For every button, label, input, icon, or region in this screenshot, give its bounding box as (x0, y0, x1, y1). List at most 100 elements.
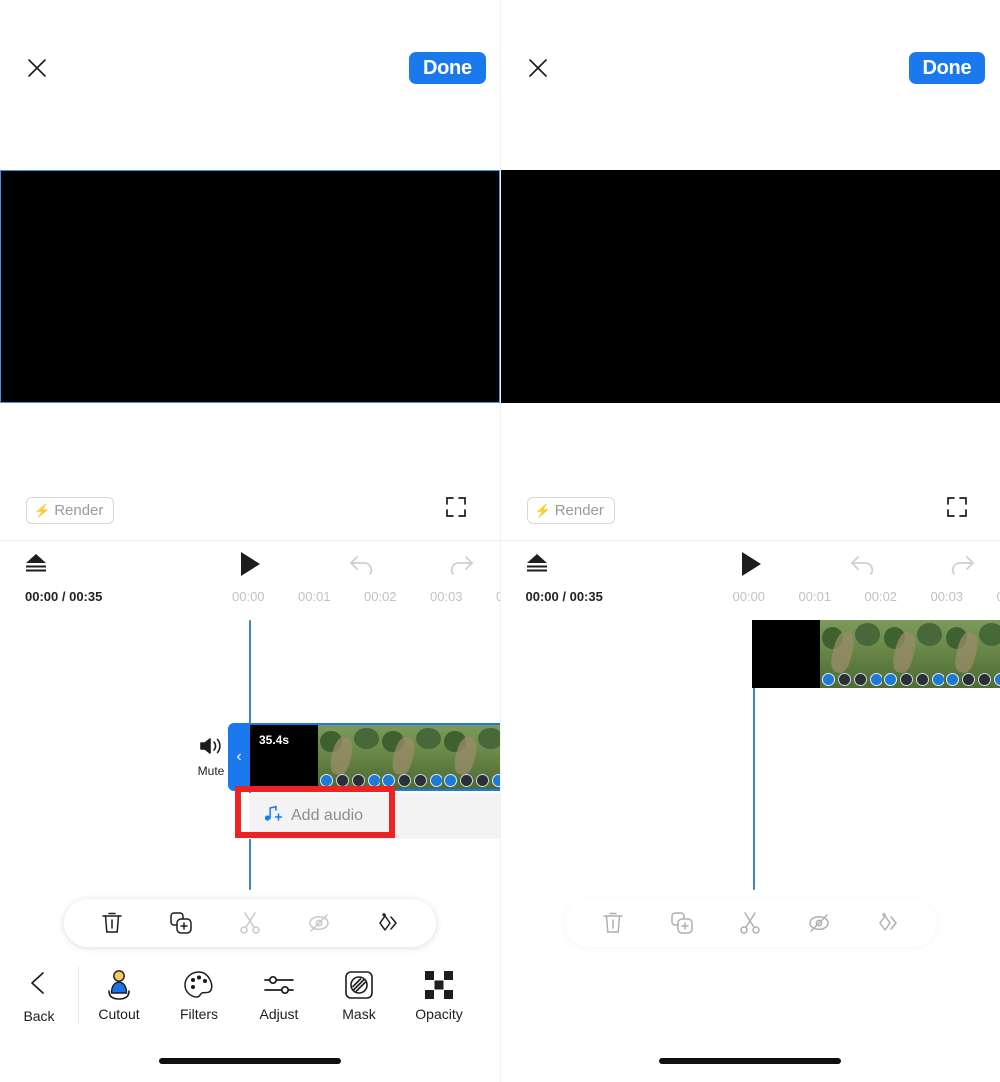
left-screen: Done ⚡ Render 00:00 / 00:35 00:00 00:01 … (0, 0, 500, 1082)
render-button[interactable]: ⚡ Render (26, 497, 115, 524)
ruler-tick: 00:03 (430, 589, 463, 604)
delete-button[interactable] (592, 908, 634, 938)
clip-thumbnail (819, 620, 882, 688)
nav-item-cutout[interactable]: Cutout (79, 960, 159, 1022)
render-button[interactable]: ⚡ Render (526, 497, 615, 524)
left-bottom-nav: Back Cutout Filters Adjust Mask Opacity (0, 960, 500, 1040)
nav-item-filters[interactable]: Filters (159, 960, 239, 1022)
bolt-icon: ⚡ (534, 503, 551, 518)
clip-frame-black: 35.4s (250, 725, 318, 789)
split-button[interactable] (229, 908, 271, 938)
hide-button[interactable] (298, 908, 340, 938)
clip-thumbnail (380, 725, 442, 789)
clip-thumbnail (318, 725, 380, 789)
left-nav-items: Cutout Filters Adjust Mask Opacity (79, 960, 500, 1022)
sliders-icon (239, 968, 319, 1002)
divider (500, 540, 1000, 541)
video-preview[interactable] (500, 170, 1000, 403)
expand-icon[interactable] (444, 495, 468, 519)
duplicate-button[interactable] (661, 908, 703, 938)
divider (0, 540, 500, 541)
eject-icon[interactable] (24, 552, 48, 574)
ruler-tick: 00:02 (364, 589, 397, 604)
nav-item-adjust[interactable]: Adjust (239, 960, 319, 1022)
nav-label: Cutout (98, 1006, 140, 1022)
clip-thumbnail (881, 620, 944, 688)
clip-body[interactable]: + (751, 620, 1000, 688)
nav-item-partial[interactable]: Ba (479, 960, 500, 1022)
right-transport-bar: 00:00 / 00:35 00:00 00:01 00:02 00:03 0 (501, 545, 1000, 615)
clip-thumbnail (943, 620, 1000, 688)
ruler-tick: 00:01 (798, 589, 832, 604)
render-label: Render (554, 502, 604, 519)
expand-icon[interactable] (945, 495, 969, 519)
undo-icon[interactable] (850, 554, 876, 576)
left-transport-bar: 00:00 / 00:35 00:00 00:01 00:02 00:03 0 (0, 545, 500, 615)
video-clip[interactable]: + (751, 620, 1000, 688)
mask-circle-icon (319, 968, 399, 1002)
nav-label: Opacity (415, 1006, 463, 1022)
redo-icon[interactable] (448, 554, 474, 576)
done-button[interactable]: Done (908, 52, 986, 84)
right-topbar: Done (501, 0, 1000, 130)
home-indicator (659, 1058, 842, 1064)
left-topbar: Done (0, 0, 500, 130)
clip-trim-handle-left[interactable]: ‹ (228, 723, 250, 791)
render-label: Render (54, 502, 104, 519)
clip-frame-black (751, 620, 820, 688)
split-button[interactable] (729, 908, 771, 938)
close-icon[interactable] (526, 56, 550, 80)
nav-label: Ba (479, 1006, 500, 1022)
ruler-tick: 00:03 (930, 589, 964, 604)
left-render-row: ⚡ Render (0, 495, 500, 540)
ruler-tick: 00:02 (864, 589, 898, 604)
dual-screenshot-comparison: Done ⚡ Render 00:00 / 00:35 00:00 00:01 … (0, 0, 1000, 1082)
nav-label: Mask (342, 1006, 376, 1022)
back-button[interactable]: Back (0, 960, 78, 1024)
eject-icon[interactable] (525, 552, 549, 574)
video-preview[interactable] (0, 170, 500, 403)
partial-icon (479, 968, 500, 1002)
clip-body[interactable]: 35.4s (250, 723, 500, 791)
timeline-ruler: 00:00 00:01 00:02 00:03 0 (501, 589, 1000, 609)
hide-button[interactable] (798, 908, 840, 938)
play-icon[interactable] (239, 551, 261, 577)
bolt-icon: ⚡ (34, 503, 51, 518)
video-clip[interactable]: ‹ 35.4s (228, 723, 500, 791)
mute-label: Mute (197, 764, 225, 778)
mute-toggle[interactable]: Mute (191, 735, 231, 778)
right-screen: Done ⚡ Render 00:00 / 00:35 00:00 00:01 … (499, 0, 1000, 1082)
close-icon[interactable] (25, 56, 49, 80)
delete-button[interactable] (91, 908, 133, 938)
duplicate-button[interactable] (160, 908, 202, 938)
animation-button[interactable] (367, 908, 409, 938)
checkerboard-icon (399, 968, 479, 1002)
ruler-tick: 00:00 (732, 589, 766, 604)
person-cutout-icon (79, 968, 159, 1002)
right-timeline: + (501, 615, 1000, 890)
ruler-tick: 0 (997, 589, 1000, 604)
done-button[interactable]: Done (409, 52, 486, 84)
back-label: Back (23, 1008, 55, 1024)
home-indicator (158, 1058, 341, 1064)
right-render-row: ⚡ Render (501, 495, 1000, 540)
nav-label: Filters (179, 1006, 219, 1022)
palette-icon (159, 968, 239, 1002)
undo-icon[interactable] (349, 554, 375, 576)
redo-icon[interactable] (949, 554, 975, 576)
add-audio-track[interactable]: Add audio (249, 793, 500, 839)
clip-duration-label: 35.4s (259, 733, 290, 747)
nav-label: Adjust (259, 1006, 299, 1022)
play-icon[interactable] (740, 551, 762, 577)
music-note-plus-icon (263, 805, 283, 828)
nav-item-mask[interactable]: Mask (319, 960, 399, 1022)
nav-item-opacity[interactable]: Opacity (399, 960, 479, 1022)
animation-button[interactable] (867, 908, 909, 938)
speaker-icon (191, 735, 231, 762)
clip-thumbnail (442, 725, 500, 789)
timeline-ruler: 00:00 00:01 00:02 00:03 0 (0, 589, 500, 609)
left-edit-toolbar (64, 899, 436, 947)
add-audio-label: Add audio (291, 807, 364, 824)
ruler-tick: 00:00 (232, 589, 265, 604)
ruler-tick: 00:01 (298, 589, 331, 604)
